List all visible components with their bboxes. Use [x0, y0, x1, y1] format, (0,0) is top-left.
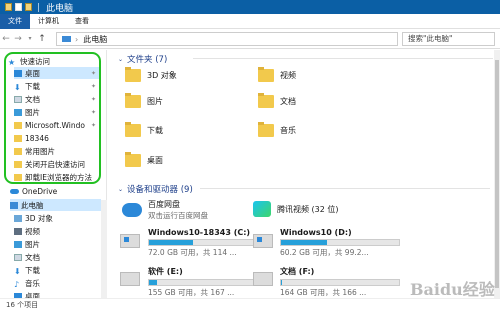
cube-icon: [14, 214, 22, 222]
scrollbar-thumb[interactable]: [495, 60, 499, 288]
folder-icon: [125, 67, 141, 82]
nav-pc-documents[interactable]: 文档: [14, 251, 106, 263]
device-baidu[interactable]: 百度网盘 双击运行百度网盘: [122, 199, 208, 221]
document-folder-icon: [258, 93, 274, 108]
folder-tile-downloads[interactable]: 下载: [125, 122, 163, 137]
drive-icon: [253, 234, 273, 248]
folder-tile-documents[interactable]: 文档: [258, 93, 296, 108]
drive-f[interactable]: 文档 (F:) 164 GB 可用，共 166 ...: [280, 266, 400, 298]
tab-computer[interactable]: 计算机: [30, 14, 67, 29]
recent-chevron-icon[interactable]: ▾: [24, 35, 36, 42]
folder-tile-pictures[interactable]: 图片: [125, 93, 163, 108]
tab-file[interactable]: 文件: [0, 13, 30, 29]
nav-pc-3d[interactable]: 3D 对象: [14, 212, 106, 224]
drive-d[interactable]: Windows10 (D:) 60.2 GB 可用，共 99.2...: [280, 228, 400, 258]
address-bar[interactable]: › 此电脑: [56, 32, 398, 46]
folder-tile-3d[interactable]: 3D 对象: [125, 67, 177, 82]
picture-folder-icon: [125, 93, 141, 108]
video-folder-icon: [258, 67, 274, 82]
nav-pc-pictures[interactable]: 图片: [14, 238, 106, 250]
drive-icon: [120, 234, 140, 248]
document-icon: [14, 253, 22, 261]
new-folder-icon[interactable]: [25, 3, 32, 11]
play-icon: [253, 201, 271, 217]
chevron-down-icon: ⌄: [118, 185, 124, 193]
drive-usage-bar: [281, 280, 283, 285]
address-row: ← → ▾ ↑ › 此电脑 搜索"此电脑": [0, 29, 500, 49]
nav-pc-desktop[interactable]: 桌面: [14, 290, 106, 298]
nav-onedrive[interactable]: OneDrive: [10, 185, 106, 197]
folder-tile-desktop[interactable]: 桌面: [125, 152, 163, 167]
content-scrollbar[interactable]: [494, 50, 500, 298]
download-folder-icon: [125, 122, 141, 137]
up-icon[interactable]: ↑: [36, 34, 48, 44]
breadcrumb[interactable]: 此电脑: [83, 34, 107, 45]
music-folder-icon: [258, 122, 274, 137]
picture-icon: [14, 240, 22, 248]
chevron-down-icon: ⌄: [118, 55, 124, 63]
folder-icon: [5, 3, 12, 11]
search-input[interactable]: 搜索"此电脑": [402, 32, 495, 46]
devices-header[interactable]: ⌄ 设备和驱动器 (9): [118, 183, 490, 195]
device-tencent-video[interactable]: 腾讯视频 (32 位): [253, 201, 339, 217]
back-icon[interactable]: ←: [0, 34, 12, 44]
content-pane: ⌄ 文件夹 (7) 3D 对象 视频 图片 文档 下载 音乐 桌面 ⌄ 设备和驱…: [108, 50, 494, 298]
drive-e[interactable]: 软件 (E:) 155 GB 可用，共 167 ...: [148, 266, 268, 298]
watermark-logo: Baidu经验: [410, 280, 495, 299]
forward-icon[interactable]: →: [12, 34, 24, 44]
folder-tile-videos[interactable]: 视频: [258, 67, 296, 82]
title-bar: 此电脑: [0, 0, 500, 14]
nav-scrollbar[interactable]: [101, 200, 107, 298]
explorer-window: 此电脑 文件 计算机 查看 ← → ▾ ↑ › 此电脑 搜索"此电脑" ★ 快速…: [0, 0, 500, 310]
folder-tile-music[interactable]: 音乐: [258, 122, 296, 137]
drive-usage-bar: [149, 280, 158, 285]
drive-icon: [120, 272, 140, 286]
computer-icon: [62, 36, 71, 42]
highlight-outline: [4, 52, 101, 184]
desktop-folder-icon: [125, 152, 141, 167]
video-icon: [14, 227, 22, 235]
computer-icon: [10, 201, 18, 209]
drive-icon: [253, 272, 273, 286]
music-icon: ♪: [14, 279, 20, 289]
folders-header[interactable]: ⌄ 文件夹 (7): [118, 53, 493, 65]
drive-c[interactable]: Windows10-18343 (C:) 72.0 GB 可用，共 114 ..…: [148, 228, 268, 258]
cloud-icon: [122, 203, 142, 217]
nav-pc-music[interactable]: ♪ 音乐: [14, 277, 106, 289]
nav-pc-downloads[interactable]: ⬇ 下载: [14, 264, 106, 276]
properties-icon[interactable]: [15, 3, 22, 11]
window-title: 此电脑: [46, 3, 74, 14]
nav-pc-videos[interactable]: 视频: [14, 225, 106, 237]
item-count: 16 个项目: [6, 301, 39, 309]
download-icon: ⬇: [14, 266, 21, 276]
tab-view[interactable]: 查看: [67, 14, 97, 29]
nav-this-pc[interactable]: 此电脑: [10, 199, 101, 211]
ribbon-tabs: 文件 计算机 查看: [0, 13, 500, 29]
cloud-icon: [10, 188, 19, 194]
drive-usage-bar: [281, 240, 328, 245]
drive-usage-bar: [149, 240, 193, 245]
